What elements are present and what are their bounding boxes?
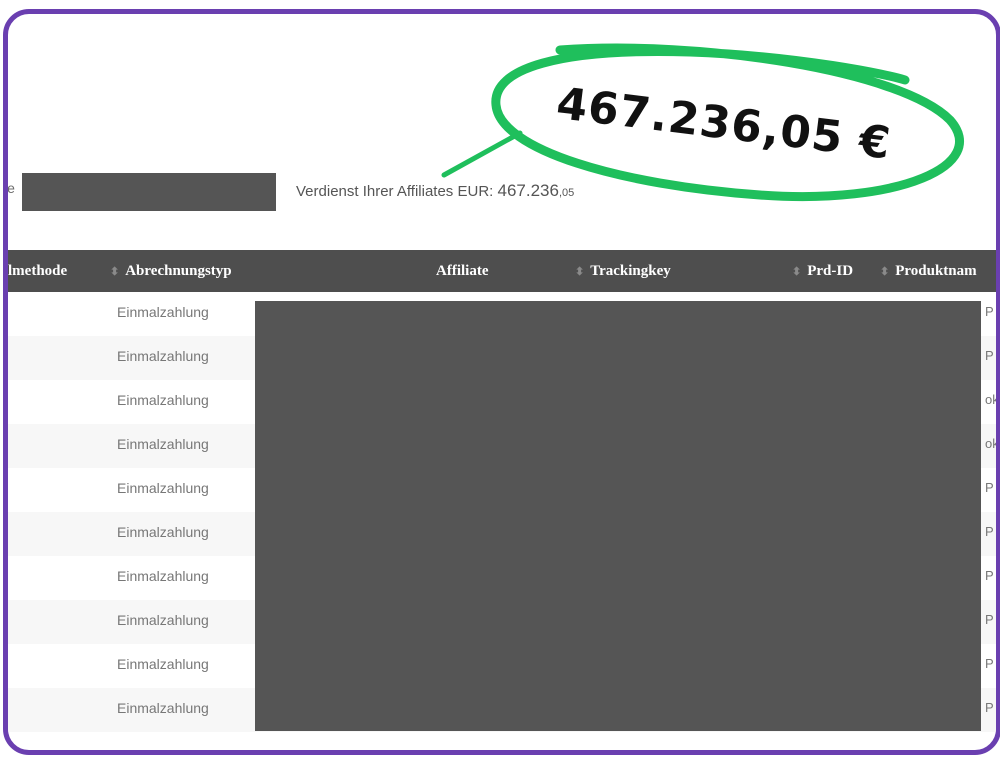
table-header: lmethode ⬍ Abrechnungstyp Affiliate ⬍ Trac… <box>8 250 996 292</box>
sort-icon: ⬍ <box>110 266 120 278</box>
cell-produktname-partial: ok <box>985 436 999 451</box>
sort-icon: ⬍ <box>575 266 585 278</box>
header-trackingkey[interactable]: ⬍ Trackingkey <box>575 250 671 292</box>
cell-produktname-partial: P <box>985 700 994 715</box>
sort-icon: ⬍ <box>880 266 890 278</box>
cell-produktname-partial: P <box>985 612 994 627</box>
cell-abrechnungstyp: Einmalzahlung <box>117 304 209 320</box>
cell-abrechnungstyp: Einmalzahlung <box>117 568 209 584</box>
header-prd-id[interactable]: ⬍ Prd-ID <box>792 250 853 292</box>
cell-produktname-partial: P <box>985 480 994 495</box>
header-abrechnungstyp[interactable]: ⬍ Abrechnungstyp <box>110 250 232 292</box>
cell-abrechnungstyp: Einmalzahlung <box>117 392 209 408</box>
cell-abrechnungstyp: Einmalzahlung <box>117 436 209 452</box>
cell-produktname-partial: P <box>985 304 994 319</box>
cell-abrechnungstyp: Einmalzahlung <box>117 524 209 540</box>
header-zahlungsmethode[interactable]: lmethode <box>8 250 67 292</box>
cell-abrechnungstyp: Einmalzahlung <box>117 612 209 628</box>
cell-produktname-partial: P <box>985 568 994 583</box>
cell-produktname-partial: P <box>985 348 994 363</box>
cell-abrechnungstyp: Einmalzahlung <box>117 656 209 672</box>
cell-produktname-partial: P <box>985 524 994 539</box>
cell-abrechnungstyp: Einmalzahlung <box>117 348 209 364</box>
header-affiliate[interactable]: Affiliate <box>436 250 488 292</box>
redacted-table-area <box>255 301 981 731</box>
header-produktname[interactable]: ⬍ Produktnam <box>880 250 977 292</box>
cell-abrechnungstyp: Einmalzahlung <box>117 480 209 496</box>
sort-icon: ⬍ <box>792 266 802 278</box>
screenshot-frame: ie Verdienst Ihrer Affiliates EUR: 467.2… <box>3 9 1000 755</box>
cell-produktname-partial: P <box>985 656 994 671</box>
cell-abrechnungstyp: Einmalzahlung <box>117 700 209 716</box>
cell-produktname-partial: ok <box>985 392 999 407</box>
